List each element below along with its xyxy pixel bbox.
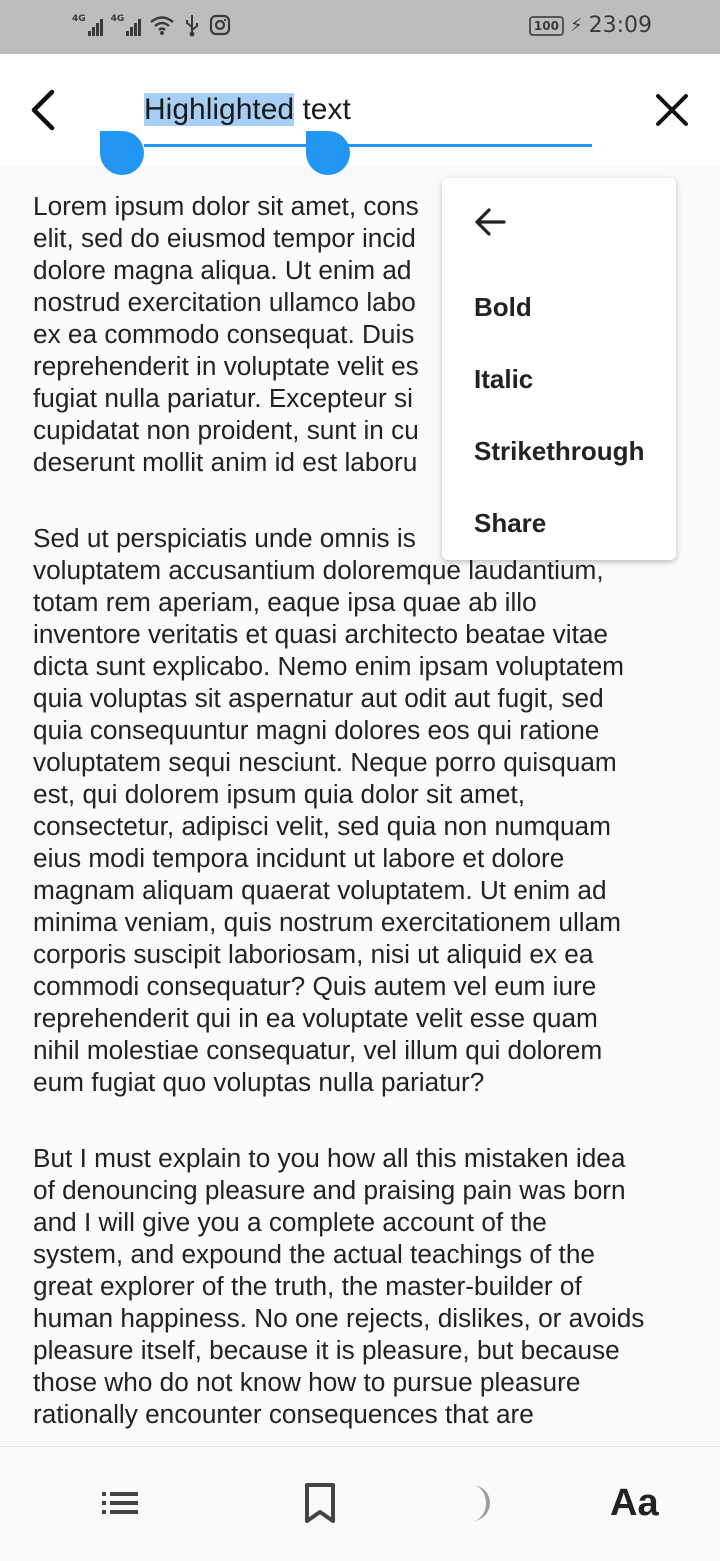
text-line: eius modi tempora incidunt ut labore et … [33,843,565,873]
status-icons-left: 4G 4G [72,13,231,37]
paragraph-3: But I must explain to you how all this m… [33,1142,693,1430]
network-type: 4G [72,14,86,24]
text-line: nihil molestiae consequatur, vel illum q… [33,1035,603,1065]
bottom-toolbar: Aa [0,1446,720,1561]
title-highlighted: Highlighted [144,93,295,126]
menu-item-strikethrough[interactable]: Strikethrough [474,436,644,467]
app-bar: Highlighted text [0,54,720,175]
text-line: quia consequuntur magni dolores eos qui … [33,715,600,745]
text-line: inventore veritatis et quasi architecto … [33,619,608,649]
text-line: reprehenderit qui in ea voluptate velit … [33,1003,598,1033]
selection-handle-start[interactable] [100,131,144,175]
moon-icon[interactable] [456,1479,504,1527]
text-line: pleasure itself, because it is pleasure,… [33,1335,620,1365]
text-line: eum fugiat quo voluptas nulla pariatur? [33,1067,485,1097]
arrow-left-icon[interactable] [472,204,508,240]
text-line: those who do not know how to pursue plea… [33,1367,581,1397]
wifi-icon [150,16,175,35]
menu-item-italic[interactable]: Italic [474,364,533,395]
charging-icon: ⚡ [569,15,583,36]
text-line: minima veniam, quis nostrum exercitation… [33,907,621,937]
text-line: and I will give you a complete account o… [33,1207,547,1237]
back-chevron-icon[interactable] [22,86,70,134]
text-line: dicta sunt explicabo. Nemo enim ipsam vo… [33,651,624,681]
text-line: of denouncing pleasure and praising pain… [33,1175,626,1205]
text-line: quia voluptas sit aspernatur aut odit au… [33,683,604,713]
menu-item-bold[interactable]: Bold [474,292,532,323]
selection-handle-end[interactable] [306,131,350,175]
title-text: Highlighted text [144,88,592,132]
menu-item-share[interactable]: Share [474,508,546,539]
close-icon[interactable] [648,86,696,134]
title-text-field[interactable]: Highlighted text [144,88,592,147]
text-line: consectetur, adipisci velit, sed quia no… [33,811,611,841]
battery-icon: 100 [528,15,564,36]
text-line: est, qui dolorem ipsum quia dolor sit am… [33,779,525,809]
text-line: corporis suscipit laboriosam, nisi ut al… [33,939,594,969]
status-time: 23:09 [588,13,652,38]
font-settings-button[interactable]: Aa [610,1471,670,1535]
title-underline [144,144,592,147]
text-line: great explorer of the truth, the master-… [33,1271,582,1301]
text-line: system, and expound the actual teachings… [33,1239,595,1269]
text-line: But I must explain to you how all this m… [33,1143,626,1173]
text-line: totam rem aperiam, eaque ipsa quae ab il… [33,587,537,617]
text-line: voluptatem sequi nesciunt. Neque porro q… [33,747,617,777]
paragraph-2: Sed ut perspiciatis unde omnis is volupta… [33,522,693,1098]
text-line: magnam aliquam quaerat voluptatem. Ut en… [33,875,607,905]
list-icon[interactable] [96,1479,144,1527]
title-rest: text [294,93,351,126]
text-line: human happiness. No one rejects, dislike… [33,1303,645,1333]
signal-icon-2: 4G [111,14,142,36]
instagram-icon [210,14,231,36]
bookmark-icon[interactable] [296,1479,344,1527]
text-line: rationally encounter consequences that a… [33,1399,534,1429]
usb-icon [186,15,199,37]
text-selection-menu: Bold Italic Strikethrough Share [442,178,676,560]
signal-icon: 4G [72,14,103,36]
network-type-2: 4G [110,14,125,24]
status-icons-right: 100 ⚡ 23:09 [528,13,652,38]
text-line: commodi consequatur? Quis autem vel eum … [33,971,597,1001]
status-bar: 4G 4G 100 ⚡ 23:09 [0,0,720,54]
